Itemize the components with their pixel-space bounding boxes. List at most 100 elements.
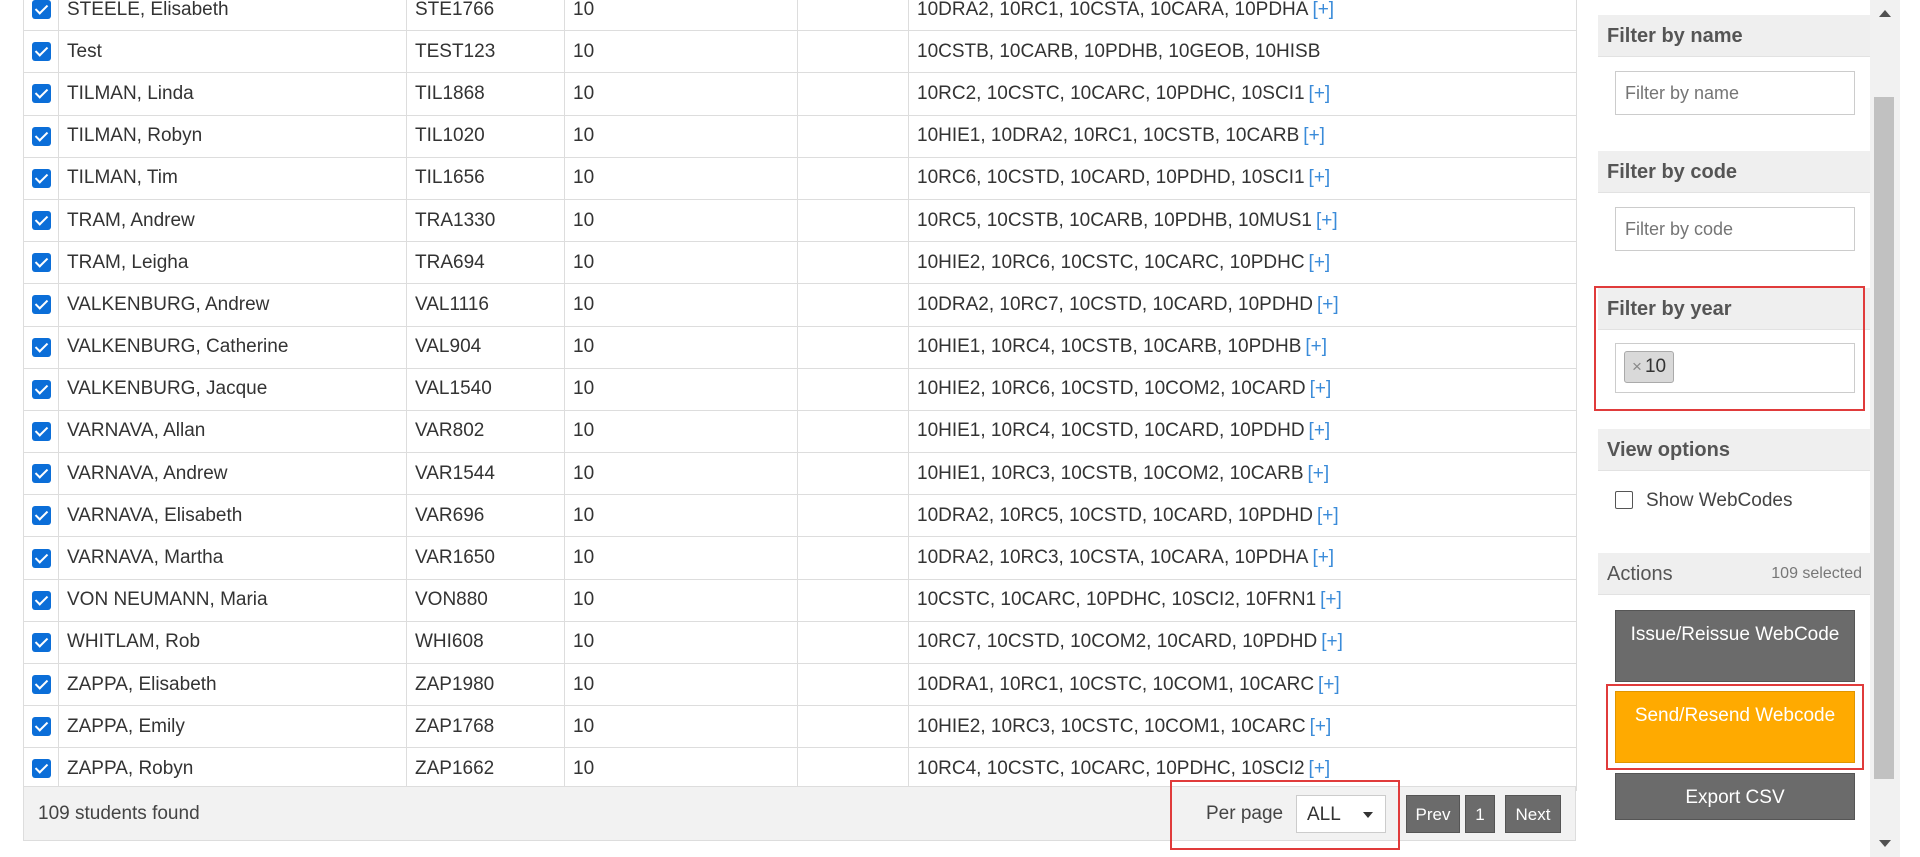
student-classes-cell: 10RC5, 10CSTB, 10CARB, 10PDHB, 10MUS1 [+] [908, 198, 1577, 243]
checkbox-checked-icon[interactable] [31, 379, 51, 399]
empty-cell [797, 409, 909, 454]
checkbox-checked-icon[interactable] [31, 0, 51, 20]
scroll-down-icon[interactable] [1879, 840, 1891, 847]
row-checkbox-cell[interactable] [23, 494, 59, 538]
expand-classes-link[interactable]: [+] [1305, 336, 1327, 357]
row-checkbox-cell[interactable] [23, 72, 59, 116]
scroll-thumb[interactable] [1874, 97, 1894, 779]
row-checkbox-cell[interactable] [23, 0, 59, 32]
expand-classes-link[interactable]: [+] [1321, 631, 1343, 652]
row-checkbox-cell[interactable] [23, 662, 59, 707]
student-name: ZAPPA, Emily [58, 705, 407, 749]
row-checkbox-cell[interactable] [23, 705, 59, 749]
student-year: 10 [564, 283, 798, 327]
row-checkbox-cell[interactable] [23, 325, 59, 369]
prev-page-button[interactable]: Prev [1406, 795, 1460, 833]
checkbox-checked-icon[interactable] [31, 84, 51, 104]
table-row: VARNAVA, Allan VAR802 10 10HIE1, 10RC4, 10C… [23, 409, 1577, 454]
empty-cell [797, 325, 909, 369]
expand-classes-link[interactable]: [+] [1312, 547, 1334, 568]
student-classes: 10RC6, 10CSTD, 10CARD, 10PDHD, 10SCI1 [917, 167, 1305, 189]
student-classes-cell: 10HIE1, 10DRA2, 10RC1, 10CSTB, 10CARB [+] [908, 114, 1577, 158]
student-classes-cell: 10HIE1, 10RC4, 10CSTD, 10CARD, 10PDHD [+] [908, 409, 1577, 454]
expand-classes-link[interactable]: [+] [1320, 589, 1342, 610]
empty-cell [797, 494, 909, 538]
expand-classes-link[interactable]: [+] [1303, 125, 1325, 146]
checkbox-checked-icon[interactable] [31, 632, 51, 652]
row-checkbox-cell[interactable] [23, 156, 59, 200]
row-checkbox-cell[interactable] [23, 578, 59, 622]
checkbox-checked-icon[interactable] [31, 506, 51, 526]
checkbox-checked-icon[interactable] [31, 421, 51, 441]
student-year: 10 [564, 198, 798, 243]
scroll-up-icon[interactable] [1879, 10, 1891, 17]
expand-classes-link[interactable]: [+] [1310, 716, 1332, 737]
issue-webcode-button[interactable]: Issue/Reissue WebCode [1615, 610, 1855, 682]
student-name: ZAPPA, Elisabeth [58, 662, 407, 707]
row-checkbox-cell[interactable] [23, 536, 59, 580]
row-checkbox-cell[interactable] [23, 114, 59, 158]
year-tag[interactable]: × 10 [1624, 351, 1675, 383]
checkbox-checked-icon[interactable] [31, 759, 51, 779]
expand-classes-link[interactable]: [+] [1308, 463, 1330, 484]
checkbox-checked-icon[interactable] [31, 717, 51, 737]
student-name: VALKENBURG, Catherine [58, 325, 407, 369]
page-1-button[interactable]: 1 [1465, 795, 1495, 833]
expand-classes-link[interactable]: [+] [1309, 252, 1331, 273]
row-checkbox-cell[interactable] [23, 620, 59, 665]
checkbox-checked-icon[interactable] [31, 211, 51, 231]
checkbox-checked-icon[interactable] [31, 464, 51, 484]
row-checkbox-cell[interactable] [23, 241, 59, 285]
checkbox-checked-icon[interactable] [31, 42, 51, 62]
expand-classes-link[interactable]: [+] [1309, 758, 1331, 779]
expand-classes-link[interactable]: [+] [1318, 674, 1340, 695]
expand-classes-link[interactable]: [+] [1317, 294, 1339, 315]
per-page-select[interactable]: ALL [1296, 795, 1386, 833]
filter-by-year-heading: Filter by year [1598, 288, 1870, 330]
row-checkbox-cell[interactable] [23, 367, 59, 411]
student-code: VON880 [406, 578, 565, 622]
checkbox-checked-icon[interactable] [31, 548, 51, 568]
page-scrollbar[interactable] [1870, 0, 1900, 857]
checkbox-checked-icon[interactable] [31, 675, 51, 695]
student-classes-cell: 10RC7, 10CSTD, 10COM2, 10CARD, 10PDHD [+] [908, 620, 1577, 665]
expand-classes-link[interactable]: [+] [1309, 167, 1331, 188]
checkbox-checked-icon[interactable] [31, 295, 51, 315]
student-classes: 10CSTB, 10CARB, 10PDHB, 10GEOB, 10HISB [917, 40, 1321, 62]
row-checkbox-cell[interactable] [23, 283, 59, 327]
row-checkbox-cell[interactable] [23, 30, 59, 74]
student-year: 10 [564, 578, 798, 622]
show-webcodes-checkbox[interactable] [1615, 491, 1633, 509]
filter-by-code-input[interactable] [1615, 207, 1855, 251]
checkbox-checked-icon[interactable] [31, 590, 51, 610]
checkbox-checked-icon[interactable] [31, 168, 51, 188]
student-year: 10 [564, 705, 798, 749]
table-row: TRAM, Leigha TRA694 10 10HIE2, 10RC6, 10CST… [23, 241, 1577, 285]
expand-classes-link[interactable]: [+] [1310, 378, 1332, 399]
expand-classes-link[interactable]: [+] [1316, 210, 1338, 231]
expand-classes-link[interactable]: [+] [1309, 83, 1331, 104]
checkbox-checked-icon[interactable] [31, 126, 51, 146]
checkbox-checked-icon[interactable] [31, 253, 51, 273]
student-year: 10 [564, 494, 798, 538]
row-checkbox-cell[interactable] [23, 198, 59, 243]
checkbox-checked-icon[interactable] [31, 337, 51, 357]
expand-classes-link[interactable]: [+] [1309, 420, 1331, 441]
table-row: WHITLAM, Rob WHI608 10 10RC7, 10CSTD, 10COM… [23, 620, 1577, 665]
remove-tag-icon[interactable]: × [1632, 357, 1642, 376]
student-classes: 10DRA1, 10RC1, 10CSTC, 10COM1, 10CARC [917, 673, 1315, 695]
export-csv-button[interactable]: Export CSV [1615, 773, 1855, 820]
expand-classes-link[interactable]: [+] [1317, 505, 1339, 526]
filter-by-name-input[interactable] [1615, 71, 1855, 115]
row-checkbox-cell[interactable] [23, 409, 59, 454]
student-classes-cell: 10DRA2, 10RC5, 10CSTD, 10CARD, 10PDHD [+] [908, 494, 1577, 538]
row-checkbox-cell[interactable] [23, 747, 59, 791]
row-checkbox-cell[interactable] [23, 452, 59, 496]
expand-classes-link[interactable]: [+] [1312, 0, 1334, 20]
next-page-button[interactable]: Next [1505, 795, 1561, 833]
empty-cell [797, 452, 909, 496]
student-table-area: STEELE, Elisabeth STE1766 10 10DRA2, 10RC1,… [23, 0, 1577, 841]
student-code: VAR1650 [406, 536, 565, 580]
student-name: VARNAVA, Allan [58, 409, 407, 454]
send-webcode-button[interactable]: Send/Resend Webcode [1615, 691, 1855, 763]
